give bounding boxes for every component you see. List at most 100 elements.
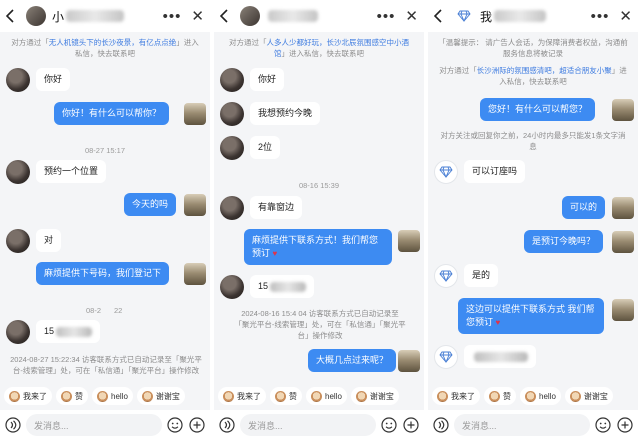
add-icon[interactable] [188,416,206,434]
contact-avatar[interactable] [240,6,260,26]
back-arrow-icon[interactable] [434,6,448,26]
diamond-avatar-icon[interactable] [454,6,474,26]
chat-header: ••• ✕ [214,0,424,32]
input-bar: 发消息... [214,410,424,440]
message-bubble-incoming: 我想预约今晚 [250,102,321,125]
chip-label: 谢谢宝 [155,391,180,401]
message-bubble-outgoing: 可以的 [562,196,606,219]
sticker-face-icon [569,390,581,402]
message-bubble-incoming: 你好 [250,68,285,91]
timestamp: 08-16 15:39 [298,181,340,190]
quick-reply-chip[interactable]: 我来了 [432,387,480,405]
more-options-icon[interactable]: ••• [591,8,610,25]
phone-number-partial: 15 [258,281,269,291]
screenshot-collage: 小 ••• ✕ 对方通过「无人机镜头下的长沙夜景，有亿点点绝」进入私信，快去联系… [0,0,640,440]
timestamp: 08-27 15:17 [84,146,126,155]
more-options-icon[interactable]: ••• [163,8,182,25]
quick-reply-chip[interactable]: 赞 [270,387,302,405]
user-avatar[interactable] [220,196,244,220]
diamond-avatar[interactable] [434,345,458,369]
quick-reply-chip[interactable]: 赞 [484,387,516,405]
quick-reply-bar: 我来了 赞 hello 谢谢宝 [0,384,210,408]
more-options-icon[interactable]: ••• [377,8,396,25]
shop-avatar[interactable] [184,103,206,125]
shop-avatar[interactable] [398,350,420,372]
quick-reply-chip[interactable]: 谢谢宝 [564,387,613,405]
message-bubble-incoming: 可以订座吗 [464,160,526,183]
close-icon[interactable]: ✕ [405,7,418,25]
user-avatar[interactable] [220,102,244,126]
shop-avatar[interactable] [184,194,206,216]
message-bubble-outgoing: 麻烦提供下号码，我们登记下 [36,262,170,285]
quick-reply-chip[interactable]: 我来了 [218,387,266,405]
shop-avatar[interactable] [612,197,634,219]
timestamp-partial: 22 [114,306,123,315]
user-avatar[interactable] [6,68,30,92]
heart-emoji-icon: ♥ [495,318,501,327]
message-bubble-outgoing: 是预订今晚吗？ [524,230,604,253]
contact-avatar[interactable] [26,6,46,26]
message-input[interactable]: 发消息... [240,414,376,436]
user-avatar[interactable] [6,160,30,184]
bubble-text: 这边可以提供下联系方式 我们帮您预订 [466,304,595,327]
shop-avatar[interactable] [612,299,634,321]
add-icon[interactable] [402,416,420,434]
messaging-limit-notice: 对方关注或回复你之前，24小时内最多只能发1条文字消息 [440,131,626,151]
shop-avatar[interactable] [612,231,634,253]
entry-source-notice: 对方通过「人多人少都好玩，长沙北辰氛围感空中小酒馆」进入私信，快去联系吧 [224,37,414,59]
user-avatar[interactable] [220,136,244,160]
source-note-link[interactable]: 长沙洲际的氛围感清吧，超适合朋友小聚 [477,66,612,75]
message-input[interactable]: 发消息... [454,414,590,436]
message-bubble-outgoing: 今天的吗 [124,193,177,216]
emoji-icon[interactable] [380,416,398,434]
close-icon[interactable]: ✕ [619,7,632,25]
sticker-face-icon [437,390,448,402]
sticker-face-icon [311,390,322,402]
message-bubble-outgoing: 你好！有什么可以帮你？ [54,102,170,125]
add-icon[interactable] [616,416,634,434]
shop-avatar[interactable] [398,230,420,252]
diamond-avatar[interactable] [434,264,458,288]
message-bubble-outgoing: 大概几点过来呢？ [308,349,397,372]
message-input[interactable]: 发消息... [26,414,162,436]
close-icon[interactable]: ✕ [191,7,204,25]
notice-prefix: 对方通过「 [11,38,49,47]
quick-reply-chip[interactable]: hello [306,387,347,405]
input-bar: 发消息... [428,410,638,440]
source-note-link[interactable]: 无人机镜头下的长沙夜景，有亿点点绝 [49,38,177,47]
user-avatar[interactable] [220,275,244,299]
message-bubble-outgoing: 麻烦提供下联系方式！我们帮您预订 ♥ [244,229,392,265]
chip-label: 我来了 [451,391,475,401]
user-avatar[interactable] [220,68,244,92]
user-avatar[interactable] [6,320,30,344]
notice-prefix: 对方通过「 [229,38,267,47]
back-arrow-icon[interactable] [6,6,20,26]
shop-avatar[interactable] [184,263,206,285]
phone-number-partial: 15 [44,326,55,336]
emoji-icon[interactable] [594,416,612,434]
sticker-face-icon [141,390,153,402]
message-bubble-outgoing: 这边可以提供下联系方式 我们帮您预订 ♥ [458,298,604,334]
quick-reply-chip[interactable]: hello [520,387,561,405]
chat-panel-2: ••• ✕ 对方通过「人多人少都好玩，长沙北辰氛围感空中小酒馆」进入私信，快去联… [214,0,424,440]
message-bubble-incoming: 对 [36,229,62,252]
quick-reply-chip[interactable]: hello [92,387,133,405]
quick-reply-chip[interactable]: 谢谢宝 [136,387,185,405]
back-arrow-icon[interactable] [220,6,234,26]
chip-label: hello [325,391,342,401]
emoji-icon[interactable] [166,416,184,434]
quick-reply-chip[interactable]: 赞 [56,387,88,405]
shop-avatar[interactable] [612,99,634,121]
voice-icon[interactable] [4,416,22,434]
message-bubble-incoming: 你好 [36,68,71,91]
voice-icon[interactable] [218,416,236,434]
message-bubble-incoming [464,345,536,368]
diamond-avatar[interactable] [434,160,458,184]
quick-reply-chip[interactable]: 谢谢宝 [350,387,399,405]
message-bubble-incoming: 是的 [464,264,499,287]
message-bubble-incoming: 预约一个位置 [36,160,107,183]
user-avatar[interactable] [6,229,30,253]
voice-icon[interactable] [432,416,450,434]
message-bubble-incoming: 15 [36,320,101,343]
quick-reply-chip[interactable]: 我来了 [4,387,52,405]
